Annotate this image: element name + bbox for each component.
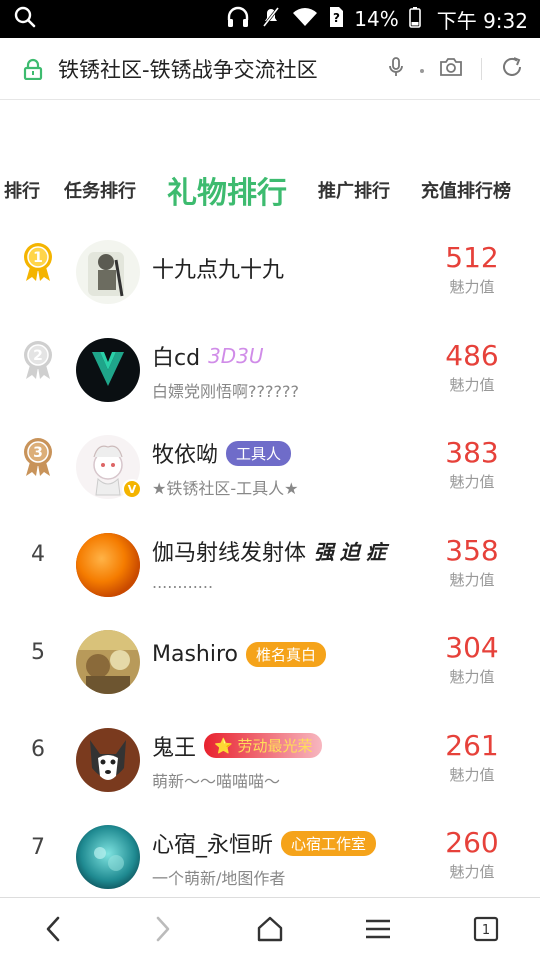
user-name[interactable]: 伽马射线发射体 [152, 535, 306, 567]
score-unit: 魅力值 [449, 765, 495, 784]
list-item[interactable]: 2 白cd 3D3U 白嫖党刚悟啊?????? 486 魅力值 [0, 320, 540, 418]
battery-icon [408, 6, 421, 33]
search-icon[interactable] [14, 6, 36, 33]
tabs-icon[interactable]: 1 [456, 899, 516, 959]
tab-task-ranking[interactable]: 任务排行 [64, 150, 136, 230]
score-value: 383 [445, 436, 499, 469]
silver-medal-icon: 2 [18, 338, 58, 382]
rank-number: 1 [33, 250, 43, 266]
avatar[interactable] [76, 337, 140, 402]
score-unit: 魅力值 [449, 570, 495, 589]
user-title-badge: ⭐ 劳动最光荣 [204, 733, 323, 758]
bronze-medal-icon: 3 [18, 435, 58, 479]
charm-score: 383 魅力值 [442, 437, 502, 492]
rank-number: 3 [33, 445, 43, 461]
name-decoration: 3D3U [208, 343, 264, 368]
tab-gift-ranking[interactable]: 礼物排行 [167, 150, 287, 230]
ranking-list: 1 十九点九十九 512 魅力值 2 白cd 3D3U 白嫖党刚悟啊??????… [0, 222, 540, 905]
score-unit: 魅力值 [449, 473, 495, 491]
user-signature: 一个萌新/地图作者 [152, 869, 286, 888]
user-name[interactable]: 白cd [152, 340, 200, 372]
browser-bottom-nav: 1 [0, 897, 540, 960]
score-unit: 魅力值 [449, 278, 495, 296]
menu-icon[interactable] [348, 899, 408, 959]
score-value: 304 [445, 631, 499, 664]
user-name[interactable]: 心宿_永恒昕 [152, 827, 273, 859]
charm-score: 512 魅力值 [442, 242, 502, 297]
list-item[interactable]: 6 鬼王 ⭐ 劳动最光荣 萌新～～喵喵喵～ 261 魅力值 [0, 710, 540, 808]
rank-number: 5 [31, 639, 45, 665]
user-signature: ............ [152, 572, 214, 592]
list-item[interactable]: 7 心宿_永恒昕 心宿工作室 一个萌新/地图作者 260 魅力值 [0, 807, 540, 905]
tab-ranking[interactable]: 排行 [4, 150, 40, 230]
score-unit: 魅力值 [449, 375, 495, 394]
gold-medal-icon: 1 [18, 240, 58, 284]
user-name[interactable]: 鬼王 [152, 730, 196, 762]
user-title-badge: 椎名真白 [246, 642, 327, 667]
charm-score: 304 魅力值 [442, 632, 502, 687]
address-bar[interactable]: 铁锈社区-铁锈战争交流社区 [0, 38, 540, 100]
charm-score: 486 魅力值 [442, 338, 502, 395]
tab-promotion-ranking[interactable]: 推广排行 [318, 150, 390, 230]
sim-icon: ? [328, 6, 344, 33]
avatar[interactable] [76, 532, 140, 597]
avatar[interactable] [76, 825, 140, 889]
list-item[interactable]: 4 伽马射线发射体 强迫症 ............ 358 魅力值 [0, 515, 540, 613]
charm-score: 260 魅力值 [442, 827, 502, 882]
list-item[interactable]: 5 Mashiro 椎名真白 304 魅力值 [0, 612, 540, 710]
user-title-badge: 心宿工作室 [281, 830, 377, 856]
tab-count: 1 [482, 923, 490, 938]
forward-icon[interactable] [132, 899, 192, 959]
battery-percent: 14% [354, 7, 399, 31]
back-icon[interactable] [24, 899, 84, 959]
clock: 下午 9:32 [436, 8, 528, 33]
camera-icon[interactable] [439, 57, 463, 81]
user-signature: 白嫖党刚悟啊?????? [152, 381, 299, 401]
score-unit: 魅力值 [449, 668, 495, 686]
page-title[interactable]: 铁锈社区-铁锈战争交流社区 [58, 54, 387, 84]
user-name[interactable]: 牧依呦 [152, 437, 218, 469]
name-decoration: 强迫症 [314, 540, 393, 564]
svg-text:?: ? [333, 11, 340, 25]
home-icon[interactable] [240, 899, 300, 959]
user-signature: 萌新～～喵喵喵～ [152, 771, 281, 791]
toolbar-divider [481, 57, 482, 80]
score-value: 358 [445, 533, 499, 567]
avatar[interactable] [76, 727, 140, 792]
user-name[interactable]: Mashiro [152, 642, 238, 667]
headphones-icon [226, 6, 250, 33]
verified-badge-icon: V [122, 479, 142, 499]
user-name[interactable]: 十九点九十九 [152, 252, 284, 284]
dot-separator-icon [419, 59, 425, 78]
score-value: 486 [445, 338, 499, 372]
score-value: 261 [445, 728, 499, 762]
rank-number: 6 [31, 737, 45, 762]
charm-score: 358 魅力值 [442, 533, 502, 590]
microphone-icon[interactable] [387, 56, 405, 82]
wifi-icon [292, 7, 318, 32]
rank-number: 4 [31, 542, 45, 567]
avatar[interactable] [76, 630, 140, 694]
ranking-tabs: 排行 任务排行 礼物排行 推广排行 充值排行榜 [0, 150, 540, 230]
score-unit: 魅力值 [449, 863, 495, 881]
user-title-badge: 工具人 [226, 440, 292, 466]
score-value: 260 [445, 826, 499, 859]
lock-icon [22, 58, 44, 80]
status-bar: ? 14% 下午 9:32 [0, 0, 540, 38]
rank-number: 7 [31, 834, 45, 860]
list-item[interactable]: 3 V 牧依呦 工具人 ★铁锈社区-工具人★ 383 魅力值 [0, 417, 540, 515]
avatar[interactable] [76, 240, 140, 304]
list-item[interactable]: 1 十九点九十九 512 魅力值 [0, 222, 540, 320]
user-signature: ★铁锈社区-工具人★ [152, 479, 299, 498]
refresh-icon[interactable] [500, 55, 524, 83]
rank-number: 2 [33, 348, 43, 364]
mute-icon [260, 6, 282, 33]
charm-score: 261 魅力值 [442, 728, 502, 785]
score-value: 512 [445, 241, 499, 274]
tab-recharge-ranking[interactable]: 充值排行榜 [421, 150, 511, 230]
